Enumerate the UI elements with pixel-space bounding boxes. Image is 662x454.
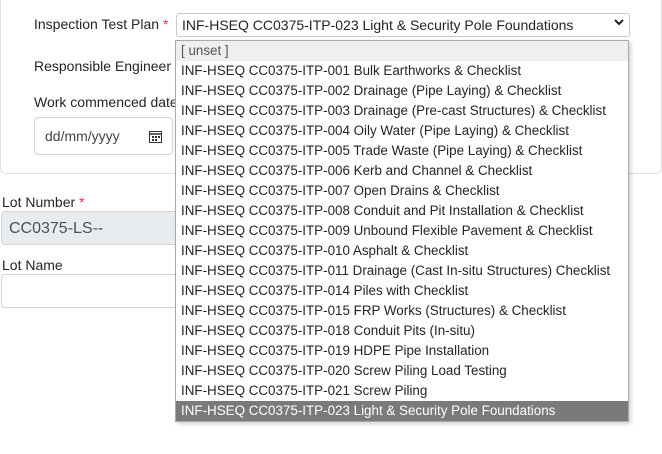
responsible-engineer-label-text: Responsible Engineer xyxy=(34,58,171,74)
lot-name-input[interactable] xyxy=(1,274,176,308)
dropdown-option[interactable]: INF-HSEQ CC0375-ITP-001 Bulk Earthworks … xyxy=(176,61,628,81)
dropdown-option[interactable]: INF-HSEQ CC0375-ITP-015 FRP Works (Struc… xyxy=(176,301,628,321)
dropdown-option[interactable]: INF-HSEQ CC0375-ITP-006 Kerb and Channel… xyxy=(176,161,628,181)
work-commenced-label: Work commenced date xyxy=(34,94,178,110)
required-mark: * xyxy=(163,16,169,32)
itp-label-text: Inspection Test Plan xyxy=(34,16,160,32)
itp-dropdown-list[interactable]: [ unset ] INF-HSEQ CC0375-ITP-001 Bulk E… xyxy=(175,40,629,422)
work-commenced-date-input[interactable]: dd/mm/yyyy xyxy=(34,117,173,155)
dropdown-option[interactable]: INF-HSEQ CC0375-ITP-010 Asphalt & Checkl… xyxy=(176,241,628,261)
dropdown-option[interactable]: INF-HSEQ CC0375-ITP-003 Drainage (Pre-ca… xyxy=(176,101,628,121)
dropdown-option[interactable]: INF-HSEQ CC0375-ITP-007 Open Drains & Ch… xyxy=(176,181,628,201)
itp-select[interactable]: INF-HSEQ CC0375-ITP-023 Light & Security… xyxy=(176,13,630,37)
lot-name-label: Lot Name xyxy=(2,257,63,273)
dropdown-option-selected[interactable]: INF-HSEQ CC0375-ITP-023 Light & Security… xyxy=(176,401,628,421)
dropdown-option[interactable]: INF-HSEQ CC0375-ITP-005 Trade Waste (Pip… xyxy=(176,141,628,161)
chevron-down-icon xyxy=(613,16,625,31)
calendar-icon[interactable] xyxy=(149,130,162,143)
dropdown-option[interactable]: INF-HSEQ CC0375-ITP-020 Screw Piling Loa… xyxy=(176,361,628,381)
dropdown-option[interactable]: INF-HSEQ CC0375-ITP-014 Piles with Check… xyxy=(176,281,628,301)
itp-select-value: INF-HSEQ CC0375-ITP-023 Light & Security… xyxy=(182,17,574,33)
dropdown-option[interactable]: INF-HSEQ CC0375-ITP-008 Conduit and Pit … xyxy=(176,201,628,221)
dropdown-option[interactable]: INF-HSEQ CC0375-ITP-002 Drainage (Pipe L… xyxy=(176,81,628,101)
dropdown-option[interactable]: INF-HSEQ CC0375-ITP-018 Conduit Pits (In… xyxy=(176,321,628,341)
itp-label: Inspection Test Plan * xyxy=(34,16,169,32)
lot-number-value: CC0375-LS-- xyxy=(9,220,104,237)
dropdown-option[interactable]: INF-HSEQ CC0375-ITP-004 Oily Water (Pipe… xyxy=(176,121,628,141)
date-placeholder: dd/mm/yyyy xyxy=(45,128,120,144)
dropdown-option[interactable]: INF-HSEQ CC0375-ITP-011 Drainage (Cast I… xyxy=(176,261,628,281)
required-mark: * xyxy=(79,194,85,210)
dropdown-option[interactable]: INF-HSEQ CC0375-ITP-009 Unbound Flexible… xyxy=(176,221,628,241)
dropdown-option[interactable]: INF-HSEQ CC0375-ITP-019 HDPE Pipe Instal… xyxy=(176,341,628,361)
dropdown-option[interactable]: INF-HSEQ CC0375-ITP-021 Screw Piling xyxy=(176,381,628,401)
lot-number-label: Lot Number * xyxy=(2,194,85,210)
lot-number-label-text: Lot Number xyxy=(2,194,76,210)
responsible-engineer-label: Responsible Engineer* xyxy=(34,58,180,74)
lot-number-input[interactable]: CC0375-LS-- xyxy=(1,211,176,245)
dropdown-option-unset[interactable]: [ unset ] xyxy=(176,41,628,61)
